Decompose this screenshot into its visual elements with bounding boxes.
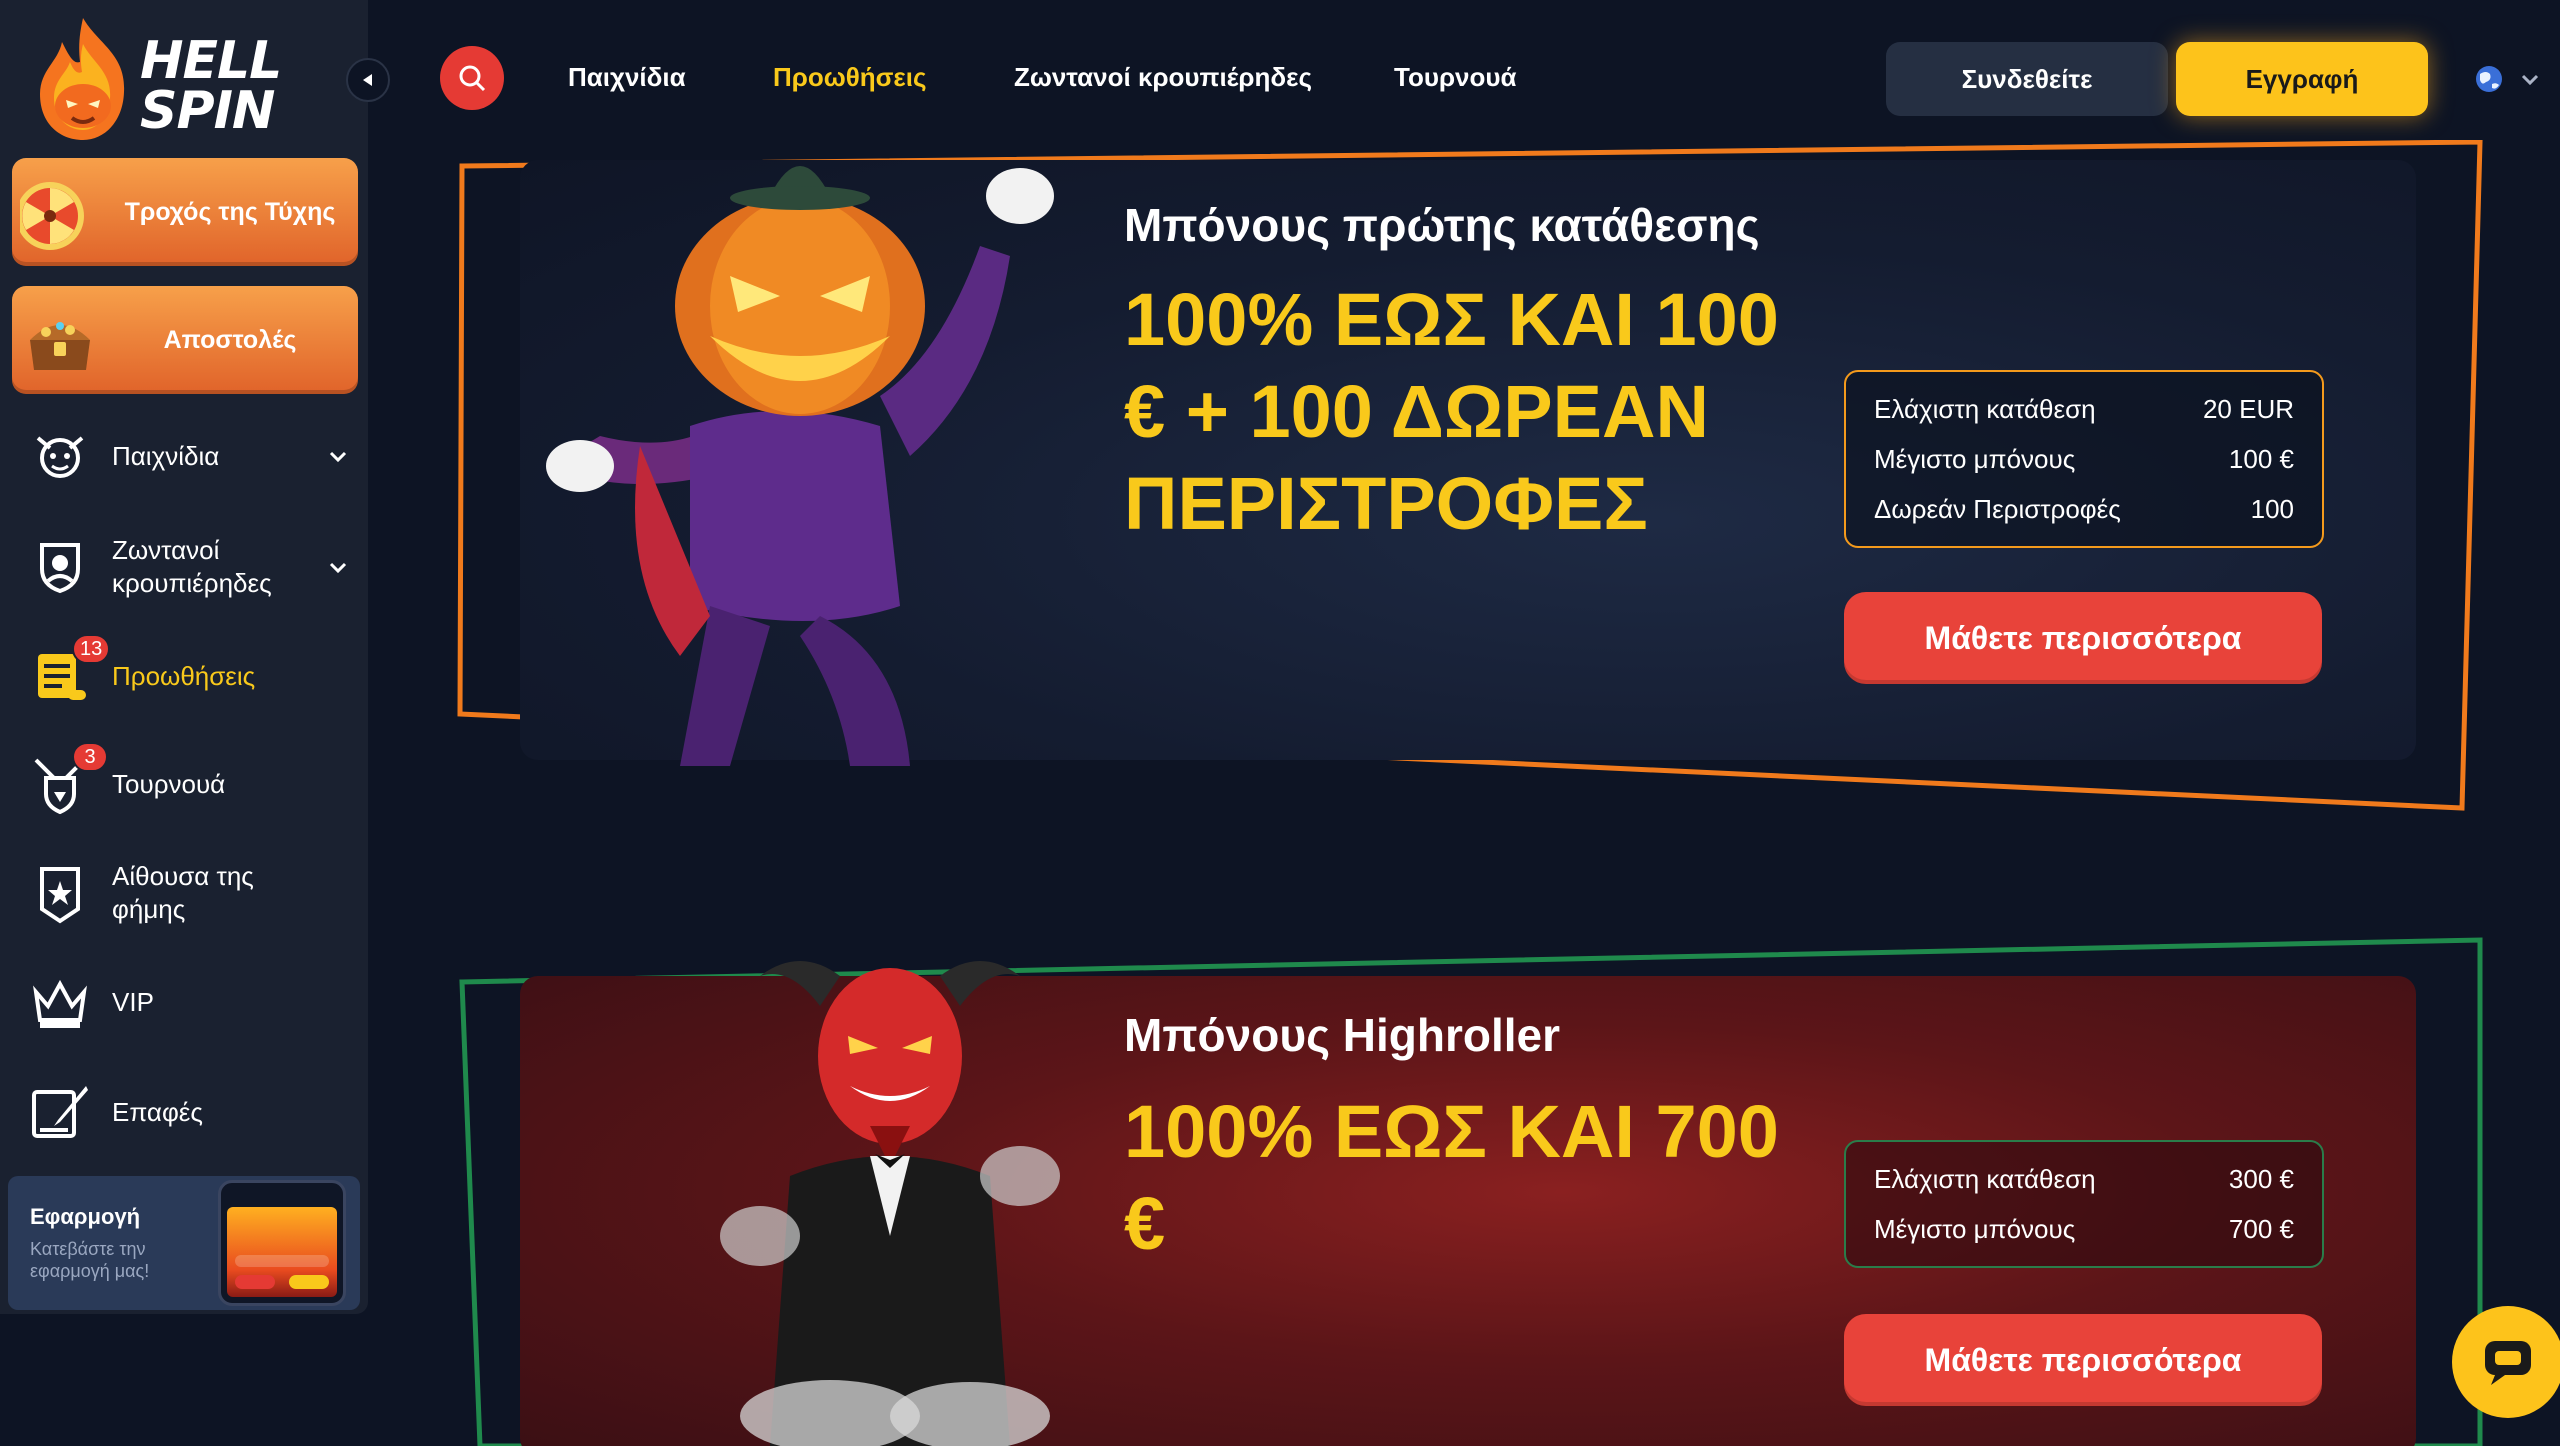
detail-row: Δωρεάν Περιστροφές 100 xyxy=(1874,493,2294,524)
promo-details-box: Ελάχιστη κατάθεση 300 € Μέγιστο μπόνους 70… xyxy=(1844,1140,2324,1268)
app-card-title: Εφαρμογή xyxy=(30,1204,141,1229)
sidebar-item-tournaments[interactable]: 3 Τουρνουά xyxy=(28,742,348,816)
app-card-subtitle: Κατεβάστε την εφαρμογή μας! xyxy=(30,1239,150,1281)
banner-icon xyxy=(28,861,92,925)
phone-preview-image xyxy=(218,1180,346,1306)
live-chat-button[interactable] xyxy=(2452,1306,2560,1418)
sidebar-item-label: VIP xyxy=(112,986,154,1017)
chevron-down-icon[interactable] xyxy=(328,557,348,577)
logo-text: HELL SPIN xyxy=(140,31,282,141)
search-button[interactable] xyxy=(440,46,504,110)
promo-headline: 100% ΕΩΣ ΚΑΙ 100 € + 100 ΔΩΡΕΑΝ ΠΕΡΙΣΤΡΟ… xyxy=(1124,278,1779,545)
detail-row: Ελάχιστη κατάθεση 300 € xyxy=(1874,1163,2294,1194)
pumpkin-character-image xyxy=(546,166,1054,766)
demon-icon xyxy=(28,424,92,488)
chat-bubble-icon xyxy=(2485,1341,2531,1385)
nav-games[interactable]: Παιχνίδια xyxy=(568,62,686,93)
triangle-left-icon xyxy=(363,74,372,86)
nav-promotions[interactable]: Προωθήσεις xyxy=(773,62,927,93)
wheel-of-fortune-button[interactable]: Τροχός της Τύχης xyxy=(12,158,358,266)
sidebar-item-vip[interactable]: VIP xyxy=(28,970,348,1034)
promo-headline: 100% ΕΩΣ ΚΑΙ 700 € xyxy=(1124,1090,1779,1265)
sidebar-item-promotions[interactable]: 13 Προωθήσεις xyxy=(28,634,348,708)
sidebar-item-label: Ζωντανοί κρουπιέρηδες xyxy=(112,535,272,598)
promo-title: Μπόνους πρώτης κατάθεσης xyxy=(1124,199,1760,251)
app-download-card[interactable]: Εφαρμογή Κατεβάστε την εφαρμογή μας! xyxy=(8,1176,360,1310)
sidebar: HELL SPIN Τροχός της Τύχης Αποστολές Παι… xyxy=(0,0,368,1314)
detail-row: Μέγιστο μπόνους 700 € xyxy=(1874,1213,2294,1244)
sidebar-item-label: Αίθουσα της φήμης xyxy=(112,861,254,924)
detail-row: Ελάχιστη κατάθεση 20 EUR xyxy=(1874,393,2294,424)
treasure-chest-icon xyxy=(30,322,90,370)
nav-tournaments[interactable]: Τουρνουά xyxy=(1394,62,1517,93)
devil-character-image xyxy=(720,961,1060,1446)
learn-more-button[interactable]: Μάθετε περισσότερα xyxy=(1844,1314,2322,1406)
logo[interactable]: HELL SPIN xyxy=(28,14,298,144)
collapse-sidebar-button[interactable] xyxy=(346,58,390,102)
notification-badge: 3 xyxy=(72,742,108,772)
sidebar-item-label: Επαφές xyxy=(112,1096,203,1127)
dealer-icon xyxy=(28,535,92,599)
detail-row: Μέγιστο μπόνους 100 € xyxy=(1874,443,2294,474)
learn-more-button[interactable]: Μάθετε περισσότερα xyxy=(1844,592,2322,684)
sidebar-item-games[interactable]: Παιχνίδια xyxy=(28,424,348,488)
notification-badge: 13 xyxy=(72,634,111,664)
wheel-label: Τροχός της Τύχης xyxy=(124,197,336,226)
scroll-icon: 13 xyxy=(28,634,111,708)
language-selector[interactable] xyxy=(2474,62,2554,96)
swords-shield-icon: 3 xyxy=(28,742,108,816)
login-button[interactable]: Συνδεθείτε xyxy=(1886,42,2168,116)
promo-title: Μπόνους Highroller xyxy=(1124,1009,1561,1061)
chevron-down-icon xyxy=(2521,74,2539,86)
wheel-icon xyxy=(20,182,84,250)
flame-logo-icon xyxy=(40,18,125,140)
chevron-down-icon[interactable] xyxy=(328,446,348,466)
register-button[interactable]: Εγγραφή xyxy=(2176,42,2428,116)
sidebar-item-label: Προωθήσεις xyxy=(112,660,256,691)
top-header: Παιχνίδια Προωθήσεις Ζωντανοί κρουπιέρηδ… xyxy=(368,0,2560,140)
sidebar-item-label: Παιχνίδια xyxy=(112,440,220,471)
contact-icon xyxy=(28,1080,92,1144)
promo-details-box: Ελάχιστη κατάθεση 20 EUR Μέγιστο μπόνους 1… xyxy=(1844,370,2324,548)
sidebar-item-hall-of-fame[interactable]: Αίθουσα της φήμης xyxy=(28,860,348,926)
page: HELL SPIN Τροχός της Τύχης Αποστολές Παι… xyxy=(0,0,2560,1446)
search-icon xyxy=(459,65,486,92)
sidebar-item-live-dealers[interactable]: Ζωντανοί κρουπιέρηδες xyxy=(28,534,348,600)
missions-label: Αποστολές xyxy=(163,325,297,354)
sidebar-item-label: Τουρνουά xyxy=(112,768,226,799)
nav-live-dealers[interactable]: Ζωντανοί κρουπιέρηδες xyxy=(1014,62,1312,93)
sidebar-item-contacts[interactable]: Επαφές xyxy=(28,1080,348,1144)
missions-button[interactable]: Αποστολές xyxy=(12,286,358,394)
globe-icon xyxy=(2476,66,2502,92)
crown-icon xyxy=(28,970,92,1034)
